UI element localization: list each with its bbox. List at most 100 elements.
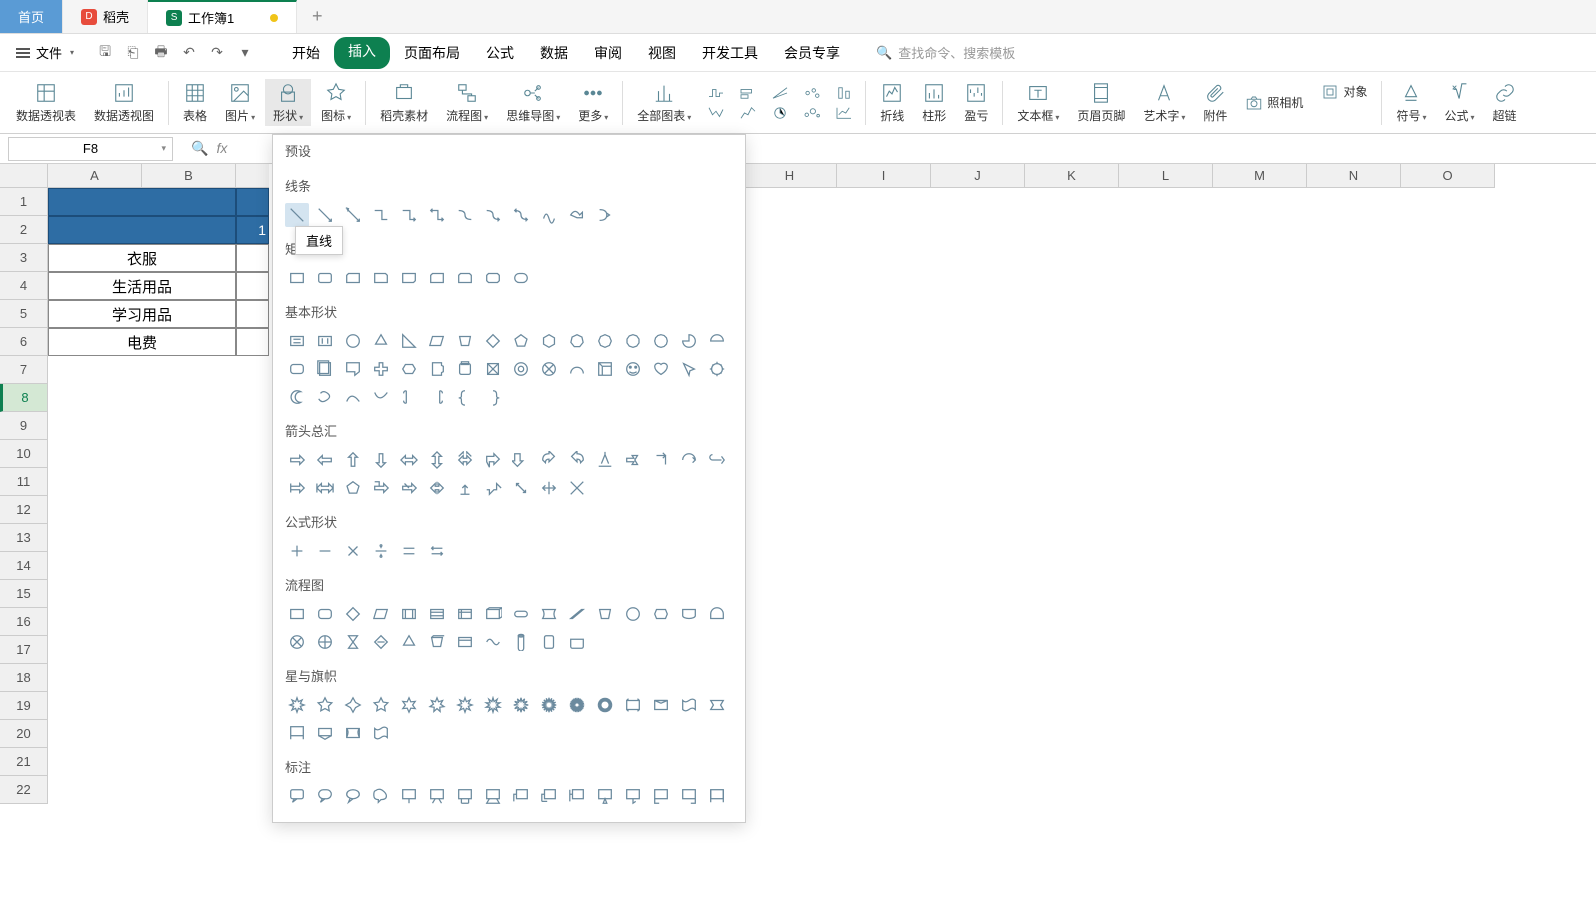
col-header[interactable]: I [837, 164, 931, 188]
tab-member[interactable]: 会员专享 [772, 37, 852, 69]
shape-option[interactable] [593, 329, 617, 353]
shape-option[interactable] [313, 357, 337, 381]
shape-option[interactable] [481, 266, 505, 290]
shape-option[interactable] [341, 357, 365, 381]
select-all-corner[interactable] [0, 164, 48, 188]
shape-option[interactable] [425, 630, 449, 654]
mindmap-button[interactable]: 思维导图▾ [498, 79, 568, 126]
row-header[interactable]: 8 [0, 384, 48, 412]
shape-option[interactable] [425, 693, 449, 717]
shape-option[interactable] [313, 385, 337, 409]
header-footer-button[interactable]: 页眉页脚 [1069, 79, 1133, 126]
shape-option[interactable] [593, 602, 617, 626]
tab-workbook[interactable]: S 工作簿1 [148, 0, 297, 33]
shape-option[interactable] [313, 329, 337, 353]
shape-option[interactable] [481, 476, 505, 500]
shape-option[interactable] [481, 630, 505, 654]
row-header[interactable]: 18 [0, 664, 48, 692]
shape-option[interactable] [705, 448, 729, 472]
sparkline-bar-button[interactable]: 柱形 [914, 79, 954, 126]
shape-option[interactable] [677, 693, 701, 717]
shape-option[interactable] [481, 203, 505, 227]
shape-option[interactable] [285, 448, 309, 472]
shape-option[interactable] [705, 329, 729, 353]
shape-option[interactable] [369, 476, 393, 500]
shape-option[interactable] [369, 630, 393, 654]
shape-option[interactable] [313, 721, 337, 745]
shape-option[interactable] [621, 448, 645, 472]
shape-option[interactable] [621, 693, 645, 717]
tab-data[interactable]: 数据 [528, 37, 580, 69]
row-header[interactable]: 10 [0, 440, 48, 468]
camera-button[interactable]: 照相机 [1237, 92, 1311, 114]
mini-chart-7[interactable] [801, 84, 823, 102]
shape-option[interactable] [453, 329, 477, 353]
shape-option[interactable] [341, 203, 365, 227]
shape-option[interactable] [621, 784, 645, 808]
col-header[interactable]: H [743, 164, 837, 188]
fx-icon[interactable]: fx [216, 140, 227, 157]
shape-option[interactable] [565, 784, 589, 808]
mini-chart-5[interactable] [769, 84, 791, 102]
more-button[interactable]: 更多▾ [570, 79, 616, 126]
col-header-partial[interactable] [236, 164, 269, 188]
undo-icon[interactable]: ↶ [180, 44, 198, 62]
shape-option[interactable] [509, 329, 533, 353]
shape-option[interactable] [453, 266, 477, 290]
shape-option[interactable] [593, 693, 617, 717]
shape-option[interactable] [285, 721, 309, 745]
shape-option[interactable] [341, 266, 365, 290]
pivot-table-button[interactable]: 数据透视表 [8, 79, 84, 126]
row-header[interactable]: 4 [0, 272, 48, 300]
tab-home[interactable]: 首页 [0, 0, 63, 33]
shape-option[interactable] [565, 476, 589, 500]
shape-option[interactable] [509, 476, 533, 500]
shape-option[interactable] [705, 602, 729, 626]
all-charts-button[interactable]: 全部图表▾ [629, 79, 699, 126]
shape-option[interactable] [537, 329, 561, 353]
shape-option[interactable] [453, 448, 477, 472]
row-header[interactable]: 20 [0, 720, 48, 748]
shape-option[interactable] [509, 266, 533, 290]
shape-option[interactable] [677, 602, 701, 626]
shape-option[interactable] [453, 203, 477, 227]
command-search[interactable]: 🔍 查找命令、搜索模板 [876, 43, 1015, 62]
cell-b5-partial[interactable] [236, 300, 269, 328]
shape-option[interactable] [341, 602, 365, 626]
shape-option[interactable] [397, 476, 421, 500]
shape-option[interactable] [705, 784, 729, 808]
col-header[interactable]: M [1213, 164, 1307, 188]
row-header[interactable]: 17 [0, 636, 48, 664]
tab-review[interactable]: 审阅 [582, 37, 634, 69]
cell-a2[interactable] [48, 216, 236, 244]
shape-option[interactable] [593, 784, 617, 808]
shape-option[interactable] [593, 203, 617, 227]
tab-devtools[interactable]: 开发工具 [690, 37, 770, 69]
icons-button[interactable]: 图标▾ [313, 79, 359, 126]
shape-option[interactable] [537, 602, 561, 626]
zoom-icon[interactable]: 🔍 [191, 140, 208, 157]
redo-icon[interactable]: ↷ [208, 44, 226, 62]
material-button[interactable]: 稻壳素材 [372, 79, 436, 126]
mini-chart-3[interactable] [737, 84, 759, 102]
mini-chart-1[interactable] [705, 84, 727, 102]
shape-option[interactable] [313, 539, 337, 563]
shape-option[interactable] [369, 693, 393, 717]
shape-option[interactable] [369, 357, 393, 381]
shape-option[interactable] [341, 630, 365, 654]
save-icon[interactable]: 🖫 [96, 44, 114, 62]
shape-option[interactable] [285, 266, 309, 290]
shape-option[interactable] [285, 693, 309, 717]
shape-option[interactable] [509, 602, 533, 626]
row-header[interactable]: 2 [0, 216, 48, 244]
shape-option[interactable] [425, 266, 449, 290]
shape-option[interactable] [593, 448, 617, 472]
shape-option[interactable] [621, 329, 645, 353]
cell-a5[interactable]: 学习用品 [48, 300, 236, 328]
row-header[interactable]: 1 [0, 188, 48, 216]
shape-option[interactable] [509, 357, 533, 381]
shape-option[interactable] [425, 784, 449, 808]
file-menu[interactable]: 文件 ▾ [8, 39, 82, 66]
row-header[interactable]: 6 [0, 328, 48, 356]
grid-body[interactable]: 1 衣服 生活用品 学习用品 电费 [48, 188, 269, 804]
